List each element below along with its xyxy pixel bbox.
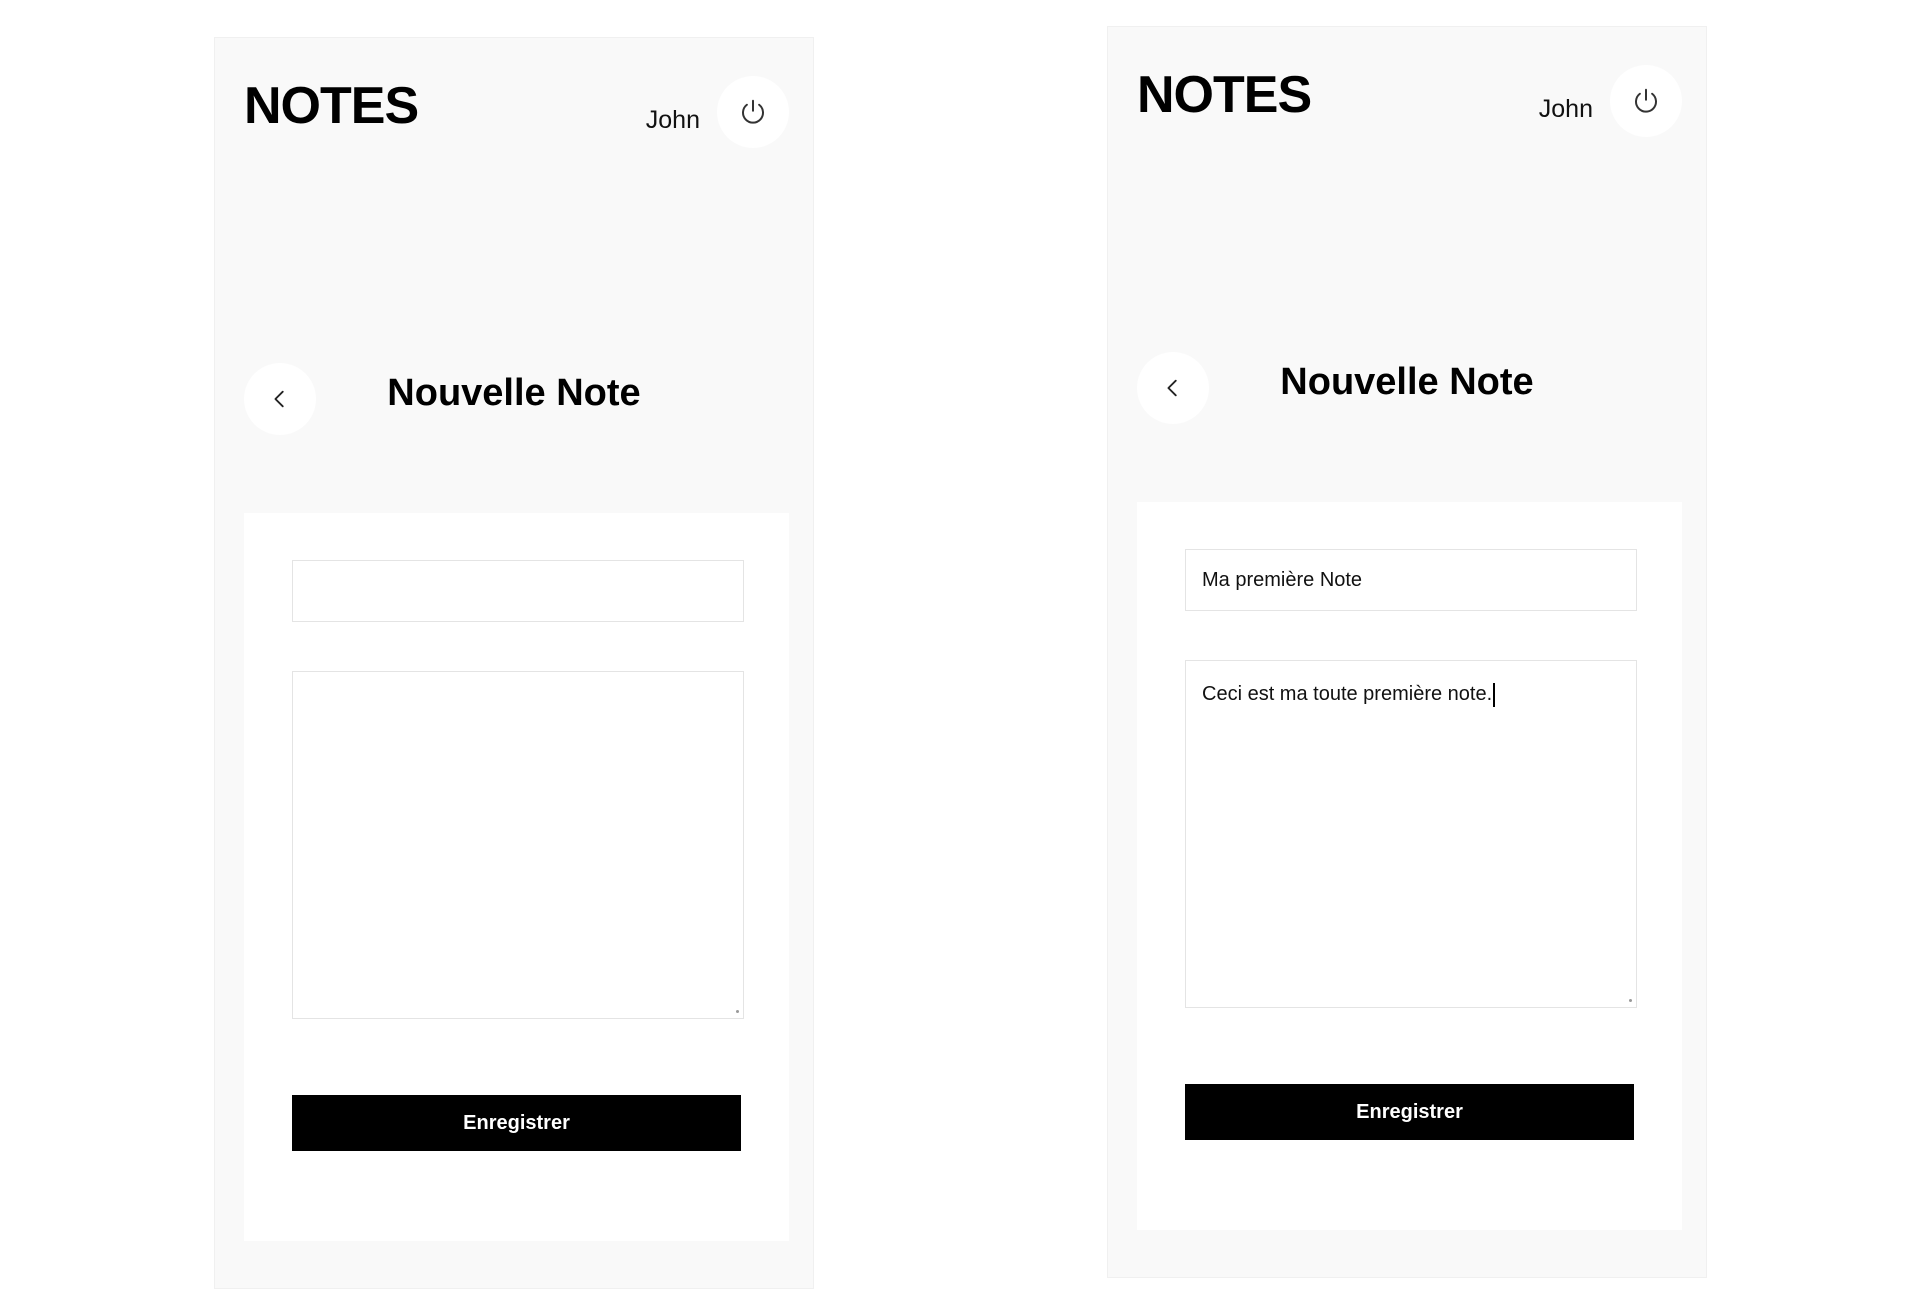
note-title-input[interactable]: [1185, 549, 1637, 611]
user-name: John: [1538, 95, 1593, 123]
page-title: Nouvelle Note: [1280, 361, 1534, 403]
power-icon: [738, 97, 768, 127]
page-title: Nouvelle Note: [387, 372, 641, 414]
app-title: NOTES: [244, 77, 419, 135]
note-form: Enregistrer: [244, 513, 789, 1241]
save-button[interactable]: Enregistrer: [292, 1095, 741, 1151]
resize-grip-icon[interactable]: [1629, 999, 1632, 1002]
note-body-textarea[interactable]: [292, 671, 744, 1019]
power-icon: [1631, 86, 1661, 116]
phone-screen-filled: NOTES John Nouvelle Note Ceci est ma tou…: [1107, 26, 1707, 1278]
user-name: John: [645, 106, 700, 134]
note-form: Ceci est ma toute première note. Ceci es…: [1137, 502, 1682, 1230]
logout-button[interactable]: [717, 76, 789, 148]
resize-grip-icon[interactable]: [736, 1010, 739, 1013]
phone-screen-empty: NOTES John Nouvelle Note Enregistrer: [214, 37, 814, 1289]
note-body-textarea[interactable]: Ceci est ma toute première note.: [1185, 660, 1637, 1008]
save-button[interactable]: Enregistrer: [1185, 1084, 1634, 1140]
note-title-input[interactable]: [292, 560, 744, 622]
app-title: NOTES: [1137, 66, 1312, 124]
logout-button[interactable]: [1610, 65, 1682, 137]
